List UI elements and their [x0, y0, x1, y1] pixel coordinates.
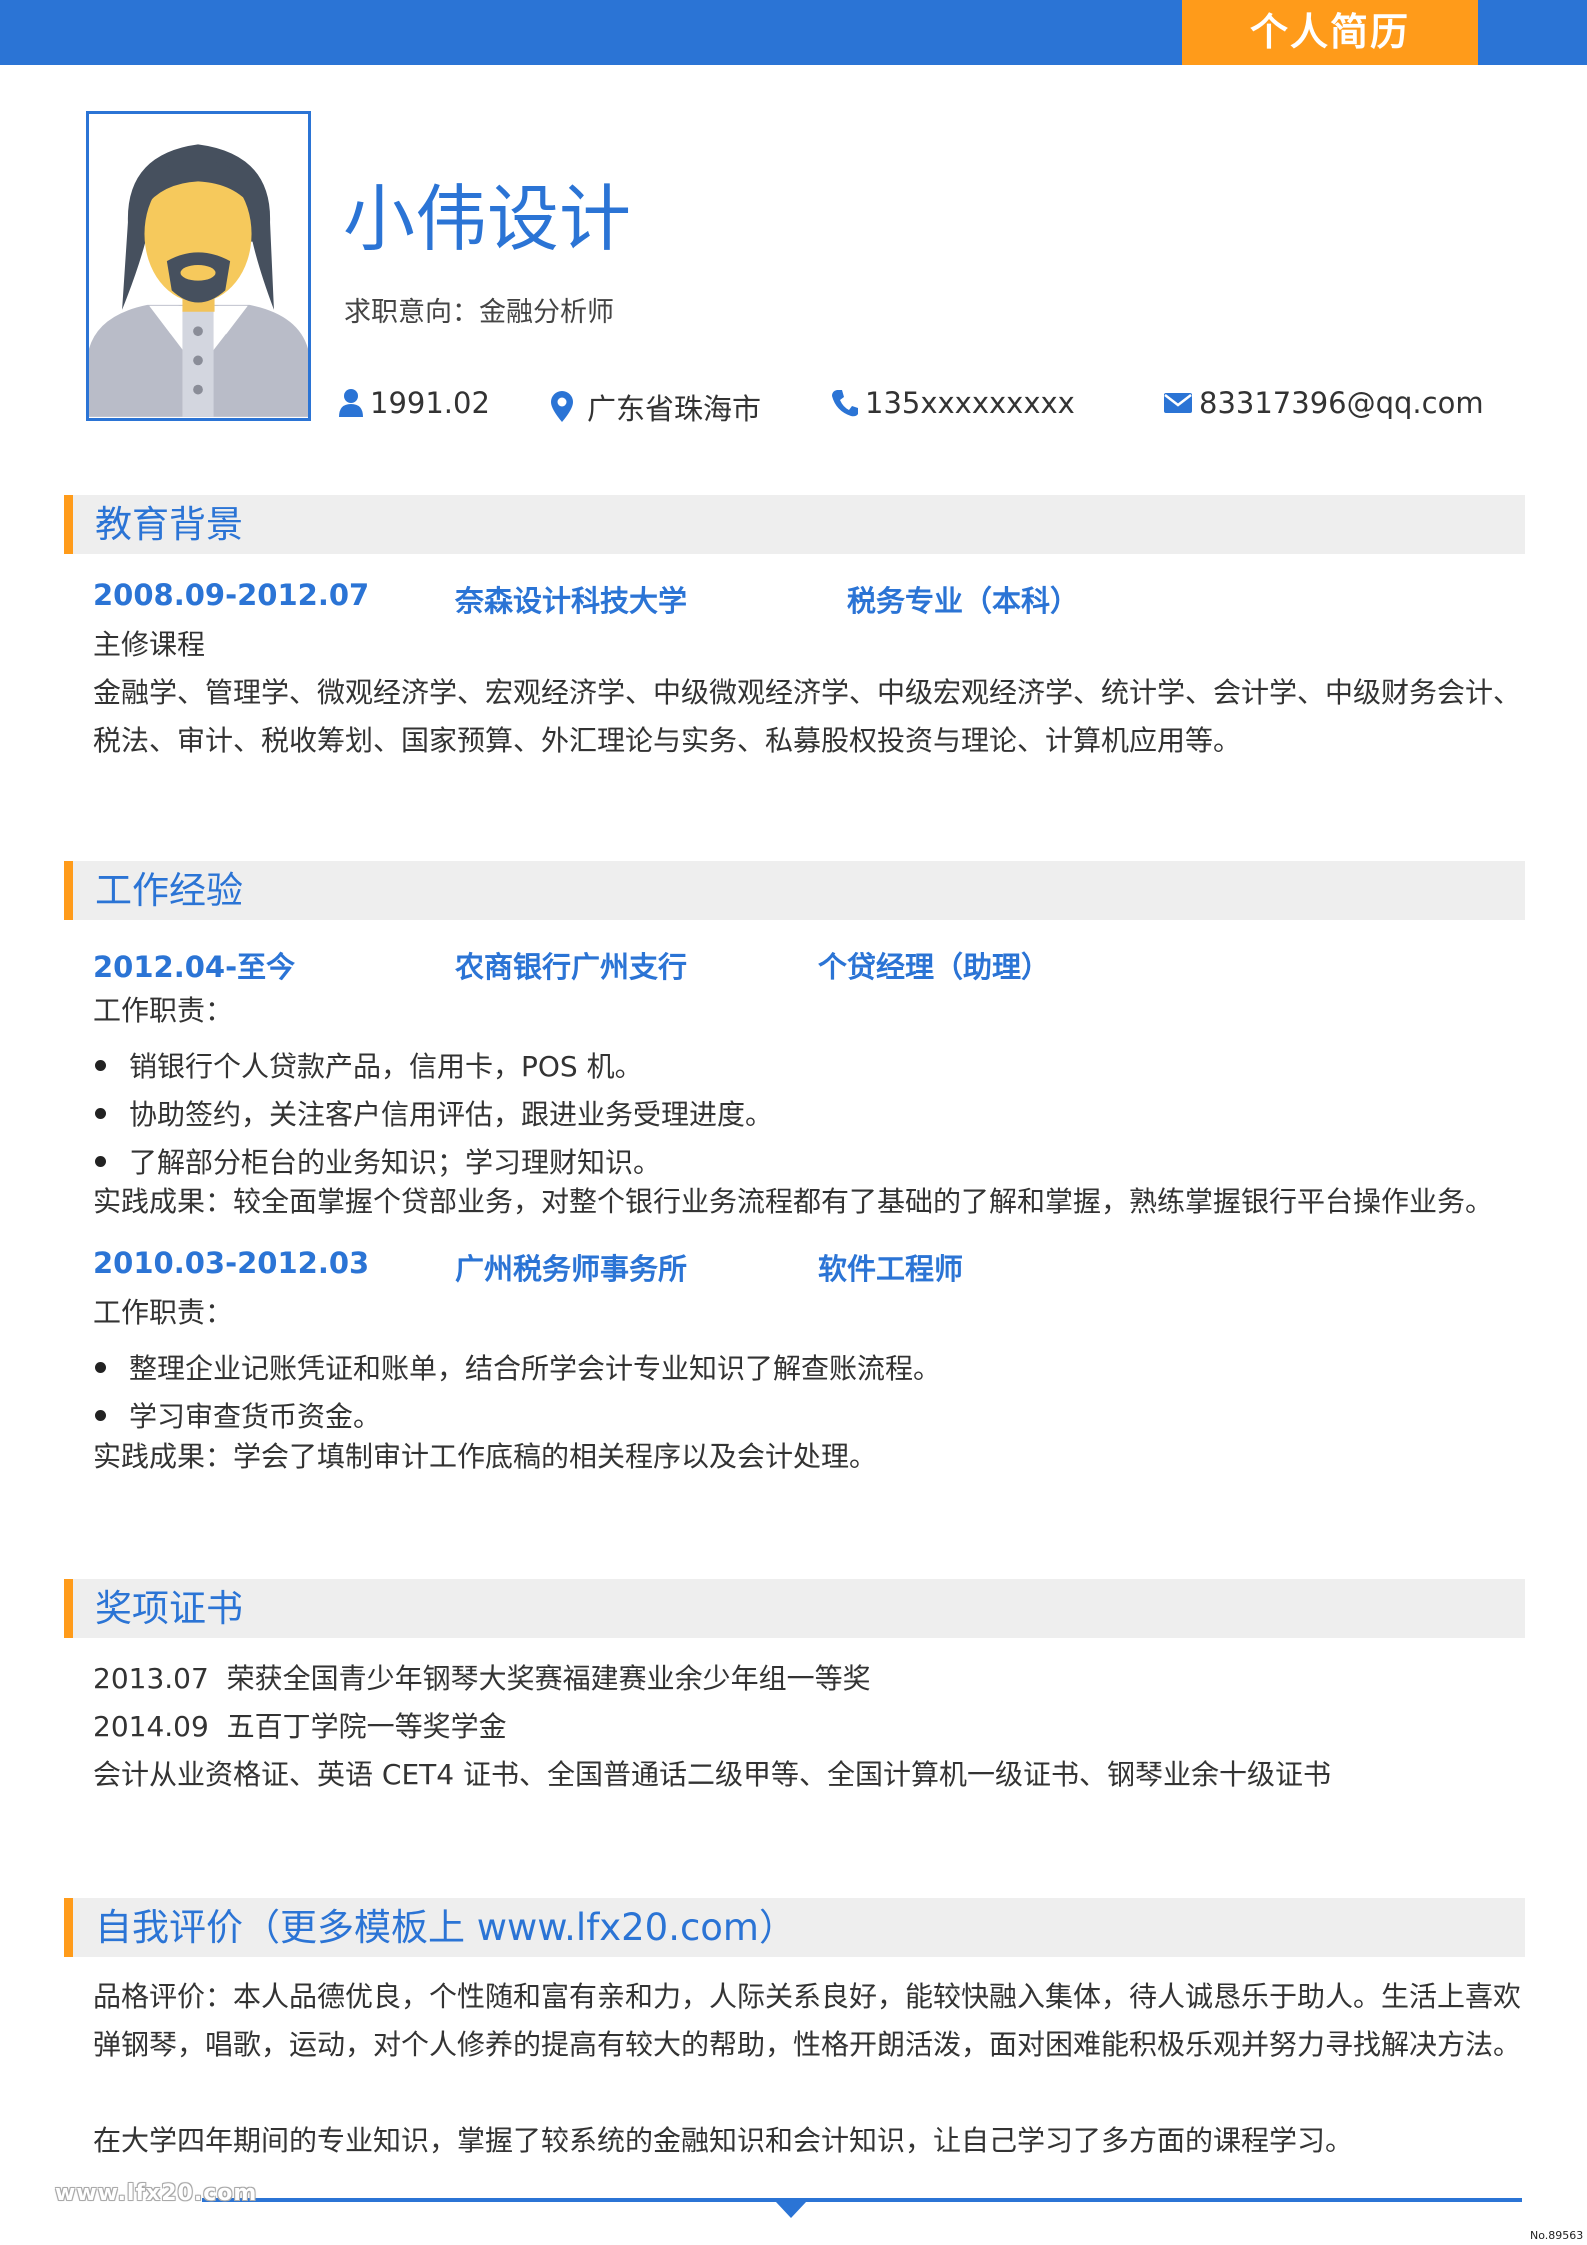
resume-tag: 个人简历 — [1182, 0, 1478, 65]
section-accent-bar — [64, 1898, 73, 1957]
job-intent: 求职意向：金融分析师 — [344, 297, 614, 328]
section-education-header: 教育背景 — [64, 495, 1525, 554]
bullet-dot — [95, 1107, 106, 1119]
job-result: 实践成果：较全面掌握个贷部业务，对整个银行业务流程都有了基础的了解和掌握，熟练掌… — [93, 1185, 1494, 1218]
duty-text: 了解部分柜台的业务知识；学习理财知识。 — [129, 1146, 662, 1179]
city-text: 广东省珠海市 — [587, 392, 762, 426]
footer-line — [202, 2198, 1522, 2202]
section-accent-bar — [64, 495, 73, 554]
section-title: 奖项证书 — [95, 1587, 243, 1630]
duty-text: 学习审查货币资金。 — [129, 1400, 382, 1433]
info-city: 广东省珠海市 — [549, 386, 761, 428]
duty-text: 销银行个人贷款产品，信用卡，POS 机。 — [129, 1050, 643, 1083]
watermark: www.lfx20.com — [55, 2181, 258, 2206]
candidate-name: 小伟设计 — [343, 177, 632, 261]
courses-label: 主修课程 — [93, 628, 206, 661]
self-eval-paragraph: 在大学四年期间的专业知识，掌握了较系统的金融知识和会计知识，让自己学习了多方面的… — [93, 2124, 1354, 2157]
bullet-dot — [95, 1361, 106, 1373]
duty-item: 销银行个人贷款产品，信用卡，POS 机。 — [93, 1045, 643, 1085]
education-period: 2008.09-2012.07 — [93, 578, 370, 612]
bullet-dot — [95, 1155, 106, 1167]
duty-text: 整理企业记账凭证和账单，结合所学会计专业知识了解查账流程。 — [129, 1352, 942, 1385]
award-item: 2014.09 五百丁学院一等奖学金 — [93, 1710, 507, 1743]
section-accent-bar — [64, 1579, 73, 1638]
email-text: 83317396@qq.com — [1199, 386, 1484, 420]
info-birth: 1991.02 — [338, 386, 490, 420]
job-company: 广州税务师事务所 — [455, 1252, 688, 1286]
job-result: 实践成果：学会了填制审计工作底稿的相关程序以及会计处理。 — [93, 1440, 878, 1473]
duty-label: 工作职责： — [93, 994, 234, 1027]
duty-text: 协助签约，关注客户信用评估，跟进业务受理进度。 — [129, 1098, 774, 1131]
avatar — [86, 111, 311, 421]
section-title: 自我评价（更多模板上 www.lfx20.com） — [95, 1906, 796, 1949]
duty-item: 整理企业记账凭证和账单，结合所学会计专业知识了解查账流程。 — [93, 1347, 941, 1387]
section-self-header: 自我评价（更多模板上 www.lfx20.com） — [64, 1898, 1525, 1957]
location-pin-icon — [551, 391, 573, 422]
bullet-dot — [95, 1059, 106, 1071]
duty-item: 了解部分柜台的业务知识；学习理财知识。 — [93, 1141, 661, 1181]
info-phone: 135xxxxxxxxx — [831, 386, 1075, 420]
user-icon — [339, 389, 363, 417]
phone-icon — [832, 390, 858, 417]
self-eval-paragraph: 品格评价：本人品德优良，个性随和富有亲和力，人际关系良好，能较快融入集体，待人诚… — [93, 1980, 1522, 2061]
education-school: 奈森设计科技大学 — [455, 584, 688, 618]
section-accent-bar — [64, 861, 73, 920]
birth-text: 1991.02 — [370, 386, 490, 420]
duty-item: 学习审查货币资金。 — [93, 1395, 381, 1435]
award-item: 2013.07 荣获全国青少年钢琴大奖赛福建赛业余少年组一等奖 — [93, 1662, 871, 1695]
doc-number: No.89563 — [1530, 2229, 1584, 2242]
job-position: 软件工程师 — [818, 1252, 964, 1286]
footer-triangle — [776, 2202, 806, 2218]
section-awards-header: 奖项证书 — [64, 1579, 1525, 1638]
avatar-illustration — [89, 115, 308, 417]
section-title: 工作经验 — [95, 869, 243, 912]
courses-text: 金融学、管理学、微观经济学、宏观经济学、中级微观经济学、中级宏观经济学、统计学、… — [93, 676, 1522, 757]
job-period: 2012.04-至今 — [93, 950, 296, 984]
education-major: 税务专业（本科） — [847, 584, 1080, 618]
duty-label: 工作职责： — [93, 1296, 234, 1329]
phone-text: 135xxxxxxxxx — [865, 386, 1075, 420]
section-title: 教育背景 — [95, 503, 243, 546]
job-period: 2010.03-2012.03 — [93, 1246, 370, 1280]
job-company: 农商银行广州支行 — [455, 950, 688, 984]
duty-item: 协助签约，关注客户信用评估，跟进业务受理进度。 — [93, 1093, 773, 1133]
mail-icon — [1164, 393, 1192, 413]
info-mail: 83317396@qq.com — [1163, 386, 1484, 420]
section-work-header: 工作经验 — [64, 861, 1525, 920]
bullet-dot — [95, 1409, 106, 1421]
job-position: 个贷经理（助理） — [818, 950, 1051, 984]
award-item: 会计从业资格证、英语 CET4 证书、全国普通话二级甲等、全国计算机一级证书、钢… — [93, 1758, 1331, 1791]
